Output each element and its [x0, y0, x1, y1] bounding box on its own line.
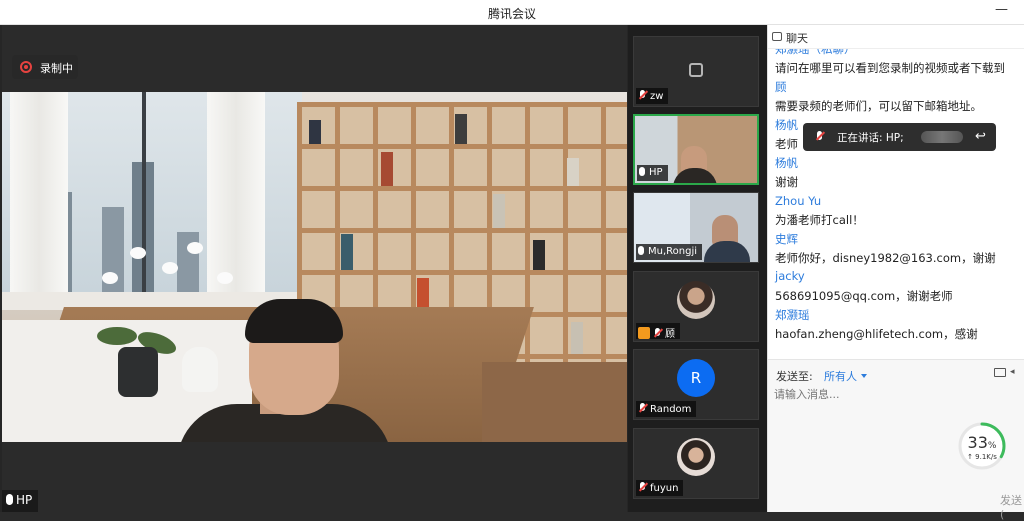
message-sender[interactable]: 杨帆 — [775, 155, 798, 171]
message-text: haofan.zheng@hlifetech.com，感谢 — [775, 327, 978, 341]
chat-header: 聊天 — [768, 25, 1024, 49]
microphone-icon — [6, 494, 13, 505]
compose-area: 发送至: 所有人 ◂ 33% ↑ 9.1K/s 发送( — [768, 359, 1024, 521]
participant-tile[interactable]: HP — [633, 114, 759, 185]
recording-badge[interactable]: 录制中 — [12, 55, 78, 79]
message-sender[interactable]: Zhou Yu — [775, 194, 821, 208]
minimize-button[interactable]: — — [995, 2, 1008, 17]
upload-progress: 33% ↑ 9.1K/s — [956, 420, 1008, 472]
participant-tile[interactable]: R Random — [633, 349, 759, 420]
send-to-label: 发送至: — [776, 370, 813, 383]
microphone-icon — [639, 167, 645, 176]
message-sender[interactable]: 郑灏瑶 — [775, 307, 810, 323]
folder-icon[interactable] — [994, 368, 1006, 377]
window-title: 腾讯会议 — [487, 7, 536, 21]
participant-strip: zw HP Mu,Rongji 顾 R Random fuyun — [628, 25, 767, 512]
camera-off-icon — [689, 63, 703, 77]
more-icon[interactable]: ◂ — [1010, 367, 1015, 377]
chat-icon — [772, 32, 782, 41]
message-input[interactable] — [774, 385, 1014, 403]
blurred-names — [921, 131, 963, 143]
chat-messages[interactable]: 郑灏瑶（私聊） 请问在哪里可以看到您录制的视频或者下载到 顾 需要录频的老师们，… — [768, 49, 1024, 359]
upload-speed: ↑ 9.1K/s — [967, 453, 997, 461]
avatar — [677, 281, 715, 319]
message-sender[interactable]: 杨帆 — [775, 117, 798, 133]
progress-percent: 33% — [967, 433, 997, 452]
send-to-dropdown[interactable]: 所有人 — [824, 368, 867, 384]
message-text: 谢谢 — [775, 175, 798, 189]
title-bar: 腾讯会议 — — [0, 0, 1024, 25]
participant-tile[interactable]: Mu,Rongji — [633, 192, 759, 263]
main-speaker-tag: HP — [2, 490, 39, 512]
record-dot-icon — [20, 61, 32, 73]
white-vase — [182, 347, 218, 392]
participant-tile[interactable]: fuyun — [633, 428, 759, 499]
message-text: 568691095@qq.com，谢谢老师 — [775, 289, 953, 303]
message-sender[interactable]: 郑灏瑶（私聊） — [775, 49, 856, 57]
main-video[interactable]: 录制中 HP — [2, 25, 627, 512]
message-text: 需要录频的老师们，可以留下邮箱地址。 — [775, 99, 982, 113]
mic-muted-icon — [638, 403, 648, 413]
message-text: 老师 — [775, 137, 798, 151]
mic-muted-icon — [653, 328, 663, 338]
participant-tile[interactable]: zw — [633, 36, 759, 107]
speaking-text: 正在讲话: HP; — [837, 132, 904, 144]
participant-name: Random — [650, 404, 692, 415]
avatar — [677, 438, 715, 476]
mic-muted-icon — [638, 482, 648, 492]
recording-label: 录制中 — [40, 62, 73, 75]
mic-muted-icon — [815, 131, 825, 143]
black-vase — [118, 347, 158, 397]
microphone-icon — [638, 246, 644, 255]
mic-muted-icon — [638, 90, 648, 100]
return-icon[interactable]: ↩ — [975, 129, 986, 144]
send-button[interactable]: 发送( — [1000, 492, 1024, 521]
meeting-area: 录制中 HP zw HP Mu,Rongji 顾 R Random fuyun — [0, 25, 767, 512]
video-scene — [2, 92, 627, 442]
send-to-value: 所有人 — [824, 370, 857, 383]
participant-name: zw — [650, 91, 664, 102]
chat-title: 聊天 — [786, 32, 808, 45]
main-speaker-name: HP — [16, 493, 33, 507]
chevron-down-icon — [861, 374, 867, 378]
message-sender[interactable]: 史辉 — [775, 231, 798, 247]
participant-name: 顾 — [665, 329, 675, 340]
host-icon — [638, 327, 650, 339]
message-text: 老师你好，disney1982@163.com，谢谢 — [775, 251, 996, 265]
avatar: R — [677, 359, 715, 397]
message-sender[interactable]: jacky — [775, 269, 805, 283]
speaking-indicator: 正在讲话: HP; ↩ — [803, 123, 996, 151]
message-text: 为潘老师打call！ — [775, 213, 864, 227]
participant-name: Mu,Rongji — [648, 246, 698, 257]
message-sender[interactable]: 顾 — [775, 79, 787, 95]
message-text: 请问在哪里可以看到您录制的视频或者下载到 — [775, 61, 1005, 75]
participant-name: HP — [649, 167, 663, 178]
participant-tile[interactable]: 顾 — [633, 271, 759, 342]
participant-name: fuyun — [650, 483, 679, 494]
chat-panel: 聊天 郑灏瑶（私聊） 请问在哪里可以看到您录制的视频或者下载到 顾 需要录频的老… — [767, 25, 1024, 521]
